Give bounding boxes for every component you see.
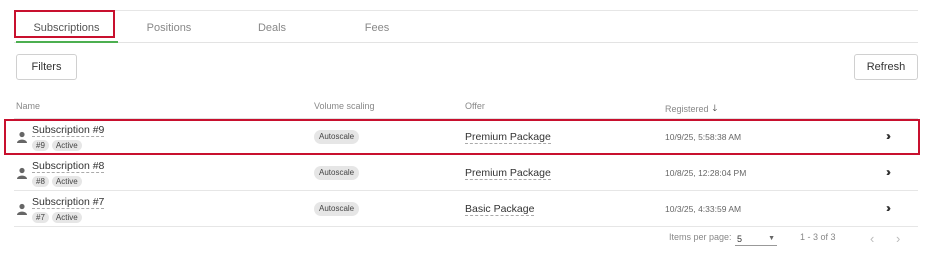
volume-scaling-badge: Autoscale — [314, 130, 360, 144]
volume-scaling-badge: Autoscale — [314, 166, 360, 180]
offer-link[interactable]: Basic Package — [465, 203, 535, 216]
table-row[interactable]: Subscription #7 #7 Active Autoscale Basi… — [14, 191, 918, 227]
column-header-offer: Offer — [465, 101, 485, 111]
double-chevron-right-icon[interactable]: ›› — [886, 129, 891, 143]
double-chevron-right-icon[interactable]: ›› — [886, 165, 891, 179]
pagination-range: 1 - 3 of 3 — [800, 232, 836, 242]
tab-bar: Subscriptions Positions Deals Fees — [14, 10, 918, 43]
items-per-page-select[interactable]: 5 ▼ — [735, 232, 777, 246]
chevron-left-icon[interactable]: ‹ — [870, 231, 874, 246]
tab-positions[interactable]: Positions — [118, 11, 220, 44]
tab-deals[interactable]: Deals — [220, 11, 324, 44]
id-tag: #7 — [32, 212, 49, 223]
volume-scaling-badge: Autoscale — [314, 202, 360, 216]
arrow-down-icon[interactable]: 🡓 — [713, 101, 718, 117]
user-icon — [17, 203, 27, 215]
refresh-button[interactable]: Refresh — [854, 54, 918, 80]
tab-fees[interactable]: Fees — [324, 11, 430, 44]
registered-date: 10/9/25, 5:58:38 AM — [665, 132, 742, 142]
subscription-tags: #8 Active — [32, 176, 82, 187]
caret-down-icon: ▼ — [768, 235, 775, 242]
registered-date: 10/8/25, 12:28:04 PM — [665, 168, 747, 178]
user-icon — [17, 131, 27, 143]
status-badge: Active — [51, 140, 82, 151]
column-header-registered[interactable]: Registered 🡓 — [665, 101, 717, 117]
registered-date: 10/3/25, 4:33:59 AM — [665, 204, 742, 214]
id-tag: #9 — [32, 140, 49, 151]
chevron-right-icon[interactable]: › — [896, 231, 900, 246]
status-badge: Active — [51, 176, 82, 187]
column-header-registered-label: Registered — [665, 104, 709, 114]
filters-button[interactable]: Filters — [16, 54, 77, 80]
subscription-name[interactable]: Subscription #7 — [32, 196, 105, 209]
subscription-tags: #7 Active — [32, 212, 82, 223]
subscription-name[interactable]: Subscription #9 — [32, 124, 105, 137]
tab-subscriptions[interactable]: Subscriptions — [16, 11, 117, 44]
items-per-page-value: 5 — [737, 233, 743, 244]
offer-link[interactable]: Premium Package — [465, 167, 551, 180]
items-per-page-label: Items per page: — [669, 232, 732, 242]
id-tag: #8 — [32, 176, 49, 187]
active-tab-indicator — [16, 41, 118, 43]
column-header-name: Name — [16, 101, 41, 111]
subscription-name[interactable]: Subscription #8 — [32, 160, 105, 173]
subscription-tags: #9 Active — [32, 140, 82, 151]
status-badge: Active — [51, 212, 82, 223]
column-header-volume-scaling: Volume scaling — [314, 101, 375, 111]
table-row[interactable]: Subscription #9 #9 Active Autoscale Prem… — [14, 119, 918, 155]
user-icon — [17, 167, 27, 179]
double-chevron-right-icon[interactable]: ›› — [886, 201, 891, 215]
table-row[interactable]: Subscription #8 #8 Active Autoscale Prem… — [14, 155, 918, 191]
offer-link[interactable]: Premium Package — [465, 131, 551, 144]
